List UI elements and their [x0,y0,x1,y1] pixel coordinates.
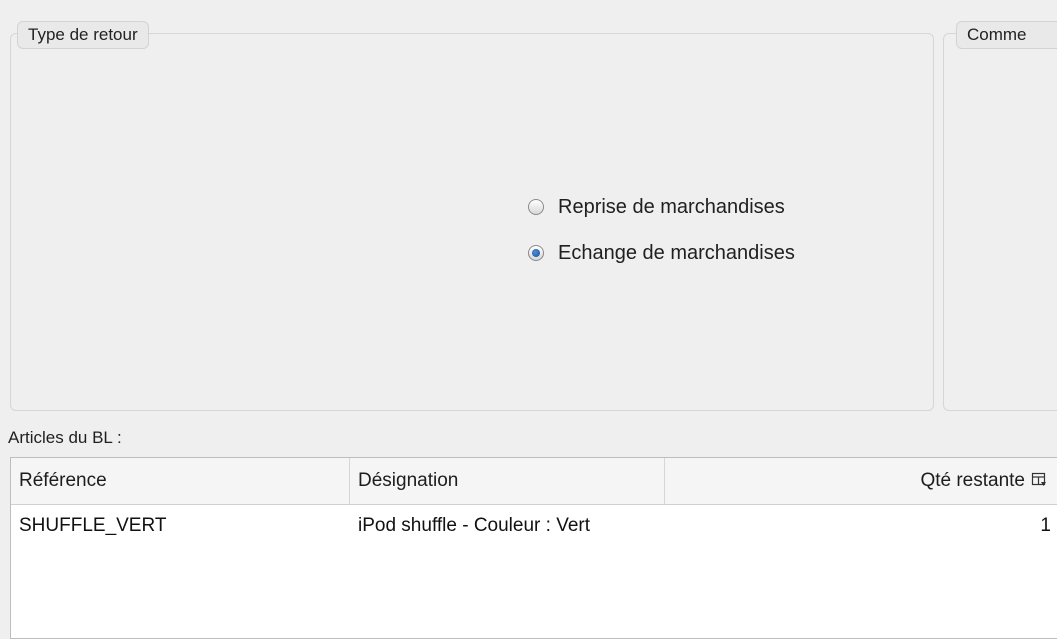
cell-reference: SHUFFLE_VERT [19,515,167,536]
column-header-designation[interactable]: Désignation [358,458,665,504]
echange-radio-label: Echange de marchandises [558,241,795,264]
comments-title: Comme [956,21,1057,49]
articles-table: Référence Désignation Qté restante SHUFF… [10,457,1057,639]
cell-designation: iPod shuffle - Couleur : Vert [358,515,590,536]
table-row[interactable]: SHUFFLE_VERT iPod shuffle - Couleur : Ve… [11,504,1057,548]
return-type-title: Type de retour [17,21,149,49]
table-columns-icon[interactable] [1031,472,1047,488]
echange-radio-button[interactable] [528,245,544,261]
reprise-radio-option[interactable]: Reprise de marchandises [528,194,785,220]
return-type-panel [10,33,934,411]
reprise-radio-label: Reprise de marchandises [558,195,785,218]
table-header: Référence Désignation Qté restante [11,458,1057,505]
echange-radio-option[interactable]: Echange de marchandises [528,240,795,266]
reprise-radio-button[interactable] [528,199,544,215]
comments-panel [943,33,1057,411]
articles-label: Articles du BL : [8,428,122,447]
column-header-reference[interactable]: Référence [19,458,350,504]
cell-quantity: 1 [1040,515,1051,536]
column-header-quantity[interactable]: Qté restante [673,458,1025,504]
